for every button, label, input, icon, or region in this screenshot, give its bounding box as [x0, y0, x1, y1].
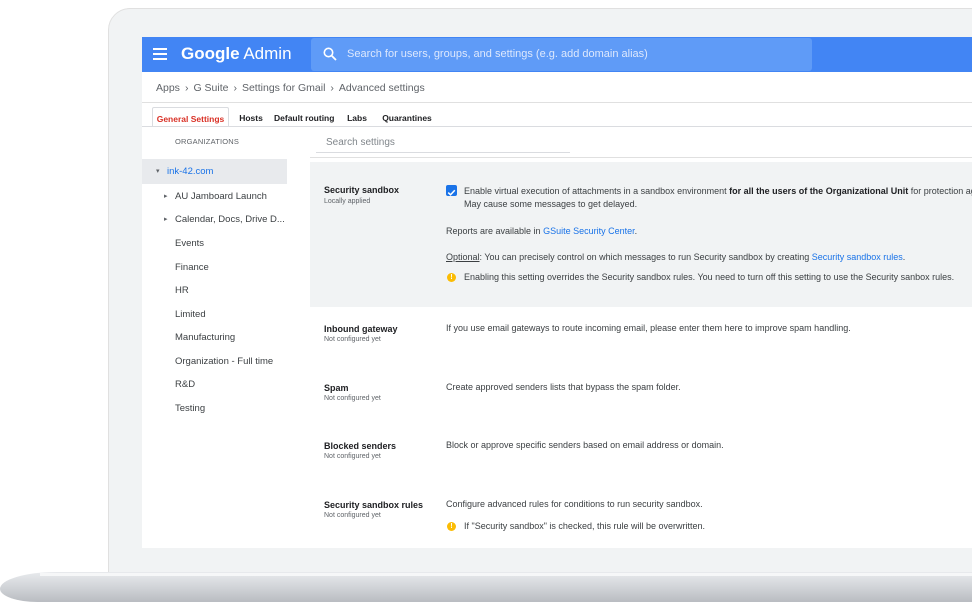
org-item-label: Limited: [175, 309, 206, 320]
sandbox-text-bold: for all the users of the Organizational …: [729, 186, 909, 196]
inbound-gateway-status: Not configured yet: [324, 336, 381, 343]
org-item-limited[interactable]: Limited: [142, 302, 287, 327]
breadcrumb-advanced-settings: Advanced settings: [338, 82, 425, 94]
org-item-au-jamboard[interactable]: ▸ AU Jamboard Launch: [142, 184, 287, 209]
global-search-input[interactable]: Search for users, groups, and settings (…: [311, 38, 812, 71]
org-item-full-time[interactable]: Organization - Full time: [142, 349, 287, 374]
blocked-senders-status: Not configured yet: [324, 453, 381, 460]
warning-icon: !: [447, 273, 456, 282]
org-item-label: ink-42.com: [167, 166, 214, 177]
security-sandbox-description: Enable virtual execution of attachments …: [464, 186, 972, 196]
tab-labs[interactable]: Labs: [346, 107, 368, 127]
breadcrumb-gsuite[interactable]: G Suite: [193, 82, 228, 94]
org-item-finance[interactable]: Finance: [142, 255, 287, 280]
breadcrumb-gmail-settings[interactable]: Settings for Gmail: [242, 82, 325, 94]
optional-label: Optional: [446, 252, 480, 262]
tab-general-settings[interactable]: General Settings: [152, 107, 229, 127]
spam-title[interactable]: Spam: [324, 383, 349, 393]
sandbox-rules-status: Not configured yet: [324, 512, 381, 519]
optional-text: : You can precisely control on which mes…: [479, 252, 812, 262]
org-item-testing[interactable]: Testing: [142, 396, 287, 421]
gsuite-security-center-link[interactable]: GSuite Security Center: [543, 226, 635, 236]
org-item-label: Finance: [175, 262, 209, 273]
breadcrumb-apps[interactable]: Apps: [156, 82, 180, 94]
spam-status: Not configured yet: [324, 395, 381, 402]
laptop-base: [0, 572, 972, 602]
search-placeholder: Search for users, groups, and settings (…: [347, 48, 648, 60]
blocked-senders-title[interactable]: Blocked senders: [324, 441, 396, 451]
security-sandbox-status: Locally applied: [324, 198, 371, 205]
brand-admin: Admin: [239, 44, 292, 63]
security-sandbox-checkbox[interactable]: [446, 185, 457, 196]
sandbox-delay-note: May cause some messages to get delayed.: [464, 199, 638, 209]
org-item-rnd[interactable]: R&D: [142, 372, 287, 397]
tab-quarantines[interactable]: Quarantines: [382, 107, 432, 127]
sandbox-rules-description: Configure advanced rules for conditions …: [446, 499, 703, 509]
org-item-manufacturing[interactable]: Manufacturing: [142, 325, 287, 350]
caret-down-icon[interactable]: ▾: [156, 167, 160, 175]
sandbox-optional-line: Optional: You can precisely control on w…: [446, 252, 905, 262]
org-item-ink-42[interactable]: ▾ ink-42.com: [142, 159, 287, 184]
org-item-label: Events: [175, 238, 205, 249]
settings-search-input[interactable]: Search settings: [316, 131, 570, 153]
org-item-label: Organization - Full time: [175, 356, 274, 367]
tab-underline: [142, 126, 972, 127]
blocked-senders-description: Block or approve specific senders based …: [446, 440, 724, 450]
org-item-label: Manufacturing: [175, 332, 236, 343]
org-panel-header: ORGANIZATIONS: [175, 137, 240, 146]
org-item-label: HR: [175, 285, 189, 296]
tab-hosts[interactable]: Hosts: [236, 107, 266, 127]
divider: [310, 157, 972, 158]
security-sandbox-title: Security sandbox: [324, 185, 400, 195]
checkmark-icon: [447, 189, 456, 196]
spam-description: Create approved senders lists that bypas…: [446, 382, 681, 392]
sandbox-text-c: for protection ag: [908, 186, 972, 196]
org-item-label: AU Jamboard Launch: [175, 191, 267, 202]
security-sandbox-section: [310, 162, 972, 307]
sandbox-rules-title[interactable]: Security sandbox rules: [324, 500, 423, 510]
reports-end: .: [634, 226, 638, 236]
org-item-label: R&D: [175, 379, 196, 390]
org-item-label: Testing: [175, 403, 206, 414]
tab-bar: General Settings Hosts Default routing L…: [142, 107, 972, 127]
search-icon: [323, 47, 337, 61]
org-item-calendar-docs[interactable]: ▸ Calendar, Docs, Drive D...: [142, 207, 287, 232]
inbound-gateway-title[interactable]: Inbound gateway: [324, 324, 398, 334]
laptop-base-edge: [40, 573, 972, 576]
chevron-right-icon: ›: [233, 82, 237, 94]
hamburger-menu-icon[interactable]: [153, 48, 167, 60]
caret-right-icon[interactable]: ▸: [164, 215, 168, 223]
reports-text: Reports are available in: [446, 226, 544, 236]
screen: Google Admin Search for users, groups, a…: [142, 37, 972, 548]
org-item-hr[interactable]: HR: [142, 278, 287, 303]
sandbox-rules-warning: If "Security sandbox" is checked, this r…: [464, 521, 705, 531]
warning-icon: !: [447, 522, 456, 531]
sandbox-warning-text: Enabling this setting overrides the Secu…: [464, 272, 955, 282]
product-logo[interactable]: Google Admin: [181, 44, 292, 64]
brand-google: Google: [181, 44, 240, 63]
org-item-label: Calendar, Docs, Drive D...: [175, 214, 285, 225]
inbound-gateway-description: If you use email gateways to route incom…: [446, 323, 851, 333]
divider: [142, 102, 972, 103]
chevron-right-icon: ›: [330, 82, 334, 94]
settings-search-placeholder: Search settings: [326, 137, 395, 148]
sandbox-text-a: Enable virtual execution of attachments …: [464, 186, 730, 196]
top-bar: Google Admin Search for users, groups, a…: [142, 37, 972, 72]
breadcrumb: Apps › G Suite › Settings for Gmail › Advanced…: [156, 82, 425, 94]
caret-right-icon[interactable]: ▸: [164, 192, 168, 200]
tab-default-routing[interactable]: Default routing: [274, 107, 334, 127]
org-item-events[interactable]: Events: [142, 231, 287, 256]
security-sandbox-rules-link[interactable]: Security sandbox rules: [812, 252, 903, 262]
sandbox-reports-line: Reports are available in GSuite Security…: [446, 226, 637, 236]
chevron-right-icon: ›: [184, 82, 189, 94]
optional-end: .: [902, 252, 906, 262]
